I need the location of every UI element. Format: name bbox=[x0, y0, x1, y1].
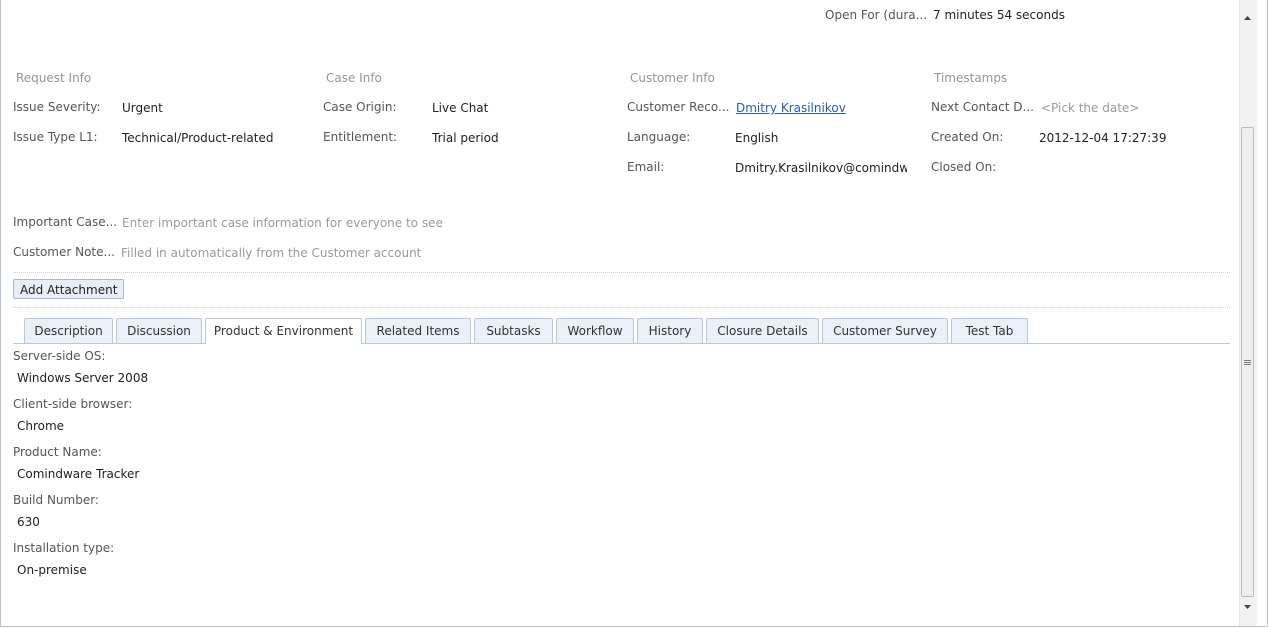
email-label: Email: bbox=[627, 160, 665, 174]
case-form: Open For (dura... 7 minutes 54 seconds R… bbox=[0, 0, 1268, 627]
issue-type-label: Issue Type L1: bbox=[13, 130, 98, 144]
open-for-label: Open For (dura... bbox=[825, 8, 928, 22]
language-value[interactable]: English bbox=[735, 131, 778, 145]
tab-test-tab[interactable]: Test Tab bbox=[951, 318, 1028, 343]
client-browser-label: Client-side browser: bbox=[13, 397, 133, 411]
scroll-up-arrow-icon[interactable] bbox=[1241, 12, 1254, 24]
divider bbox=[13, 307, 1230, 308]
scroll-down-arrow-icon[interactable] bbox=[1241, 601, 1254, 613]
issue-type-value[interactable]: Technical/Product-related bbox=[122, 131, 273, 145]
tab-discussion[interactable]: Discussion bbox=[116, 318, 202, 343]
issue-severity-value[interactable]: Urgent bbox=[122, 101, 163, 115]
tab-workflow[interactable]: Workflow bbox=[556, 318, 634, 343]
installation-type-value[interactable]: On-premise bbox=[17, 563, 87, 577]
entitlement-label: Entitlement: bbox=[323, 130, 398, 144]
created-on-label: Created On: bbox=[931, 130, 1004, 144]
tab-strip-baseline bbox=[13, 343, 1230, 344]
server-os-value[interactable]: Windows Server 2008 bbox=[17, 371, 148, 385]
divider bbox=[13, 272, 1230, 273]
email-value[interactable]: Dmitry.Krasilnikov@comindwa bbox=[735, 161, 907, 175]
section-customer-info: Customer Info bbox=[630, 71, 715, 85]
tab-subtasks[interactable]: Subtasks bbox=[474, 318, 553, 343]
next-contact-datepicker[interactable]: <Pick the date> bbox=[1041, 101, 1139, 115]
language-label: Language: bbox=[627, 130, 691, 144]
section-timestamps: Timestamps bbox=[934, 71, 1008, 85]
issue-severity-label: Issue Severity: bbox=[13, 100, 101, 114]
tab-description[interactable]: Description bbox=[24, 318, 113, 343]
build-number-value[interactable]: 630 bbox=[17, 515, 40, 529]
customer-notes-input[interactable]: Filled in automatically from the Custome… bbox=[121, 246, 421, 260]
case-origin-label: Case Origin: bbox=[323, 100, 397, 114]
important-case-label: Important Case... bbox=[13, 215, 118, 229]
build-number-label: Build Number: bbox=[13, 493, 99, 507]
tab-product-environment[interactable]: Product & Environment bbox=[205, 318, 362, 344]
scroll-grip-icon bbox=[1244, 360, 1251, 361]
scroll-grip-icon bbox=[1244, 362, 1251, 363]
entitlement-value[interactable]: Trial period bbox=[432, 131, 499, 145]
created-on-value: 2012-12-04 17:27:39 bbox=[1039, 131, 1167, 145]
server-os-label: Server-side OS: bbox=[13, 349, 106, 363]
tab-history[interactable]: History bbox=[637, 318, 703, 343]
customer-record-label: Customer Reco... bbox=[627, 100, 730, 114]
section-request-info: Request Info bbox=[16, 71, 92, 85]
installation-type-label: Installation type: bbox=[13, 541, 115, 555]
customer-record-link[interactable]: Dmitry Krasilnikov bbox=[736, 101, 846, 115]
add-attachment-button[interactable]: Add Attachment bbox=[13, 279, 125, 299]
scroll-grip-icon bbox=[1244, 364, 1251, 365]
closed-on-label: Closed On: bbox=[931, 160, 997, 174]
tab-closure-details[interactable]: Closure Details bbox=[706, 318, 819, 343]
tab-related-items[interactable]: Related Items bbox=[365, 318, 471, 343]
important-case-input[interactable]: Enter important case information for eve… bbox=[122, 216, 443, 230]
client-browser-value[interactable]: Chrome bbox=[17, 419, 64, 433]
section-case-info: Case Info bbox=[326, 71, 382, 85]
next-contact-label: Next Contact D... bbox=[931, 100, 1034, 114]
customer-notes-label: Customer Note... bbox=[13, 245, 115, 259]
product-name-value[interactable]: Comindware Tracker bbox=[17, 467, 139, 481]
product-name-label: Product Name: bbox=[13, 445, 102, 459]
case-origin-value[interactable]: Live Chat bbox=[432, 101, 488, 115]
open-for-value: 7 minutes 54 seconds bbox=[933, 8, 1065, 22]
tab-customer-survey[interactable]: Customer Survey bbox=[822, 318, 948, 343]
